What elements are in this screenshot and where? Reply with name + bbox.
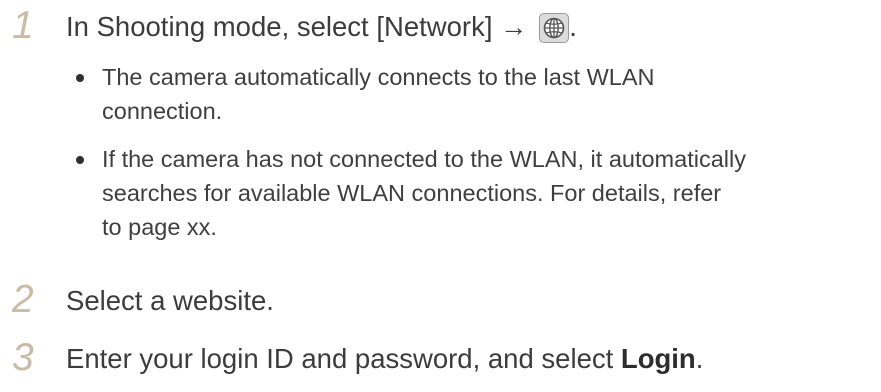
bullet-item: The camera automatically connects to the… <box>74 60 746 128</box>
bullet-line: The camera automatically connects to the… <box>102 64 655 90</box>
step-text: Select a website. <box>66 285 274 316</box>
step-1-bullets: The camera automatically connects to the… <box>74 60 746 244</box>
step-text-after: . <box>695 343 704 374</box>
step-text-after: . <box>569 11 577 42</box>
step-text-before: Enter your login ID and password, and se… <box>66 343 621 374</box>
bullet-line: to page xx. <box>102 214 217 240</box>
step-text-before: In Shooting mode, select [Network] → <box>66 11 528 42</box>
bullet-line: searches for available WLAN connections.… <box>102 180 722 206</box>
globe-icon <box>539 13 570 43</box>
step-text: In Shooting mode, select [Network] → . <box>66 10 577 44</box>
step-number: 1 <box>12 4 34 47</box>
bullet-dot-icon <box>76 156 84 164</box>
bullet-line: If the camera has not connected to the W… <box>102 146 746 172</box>
bullet-line: connection. <box>102 98 223 124</box>
step-text: Enter your login ID and password, and se… <box>66 342 703 376</box>
instruction-page: 1 In Shooting mode, select [Network] → .… <box>0 0 881 392</box>
step-number: 3 <box>12 336 34 379</box>
login-label: Login <box>620 343 696 374</box>
bullet-item: If the camera has not connected to the W… <box>74 142 746 244</box>
bullet-dot-icon <box>76 74 84 82</box>
step-number: 2 <box>12 278 34 321</box>
